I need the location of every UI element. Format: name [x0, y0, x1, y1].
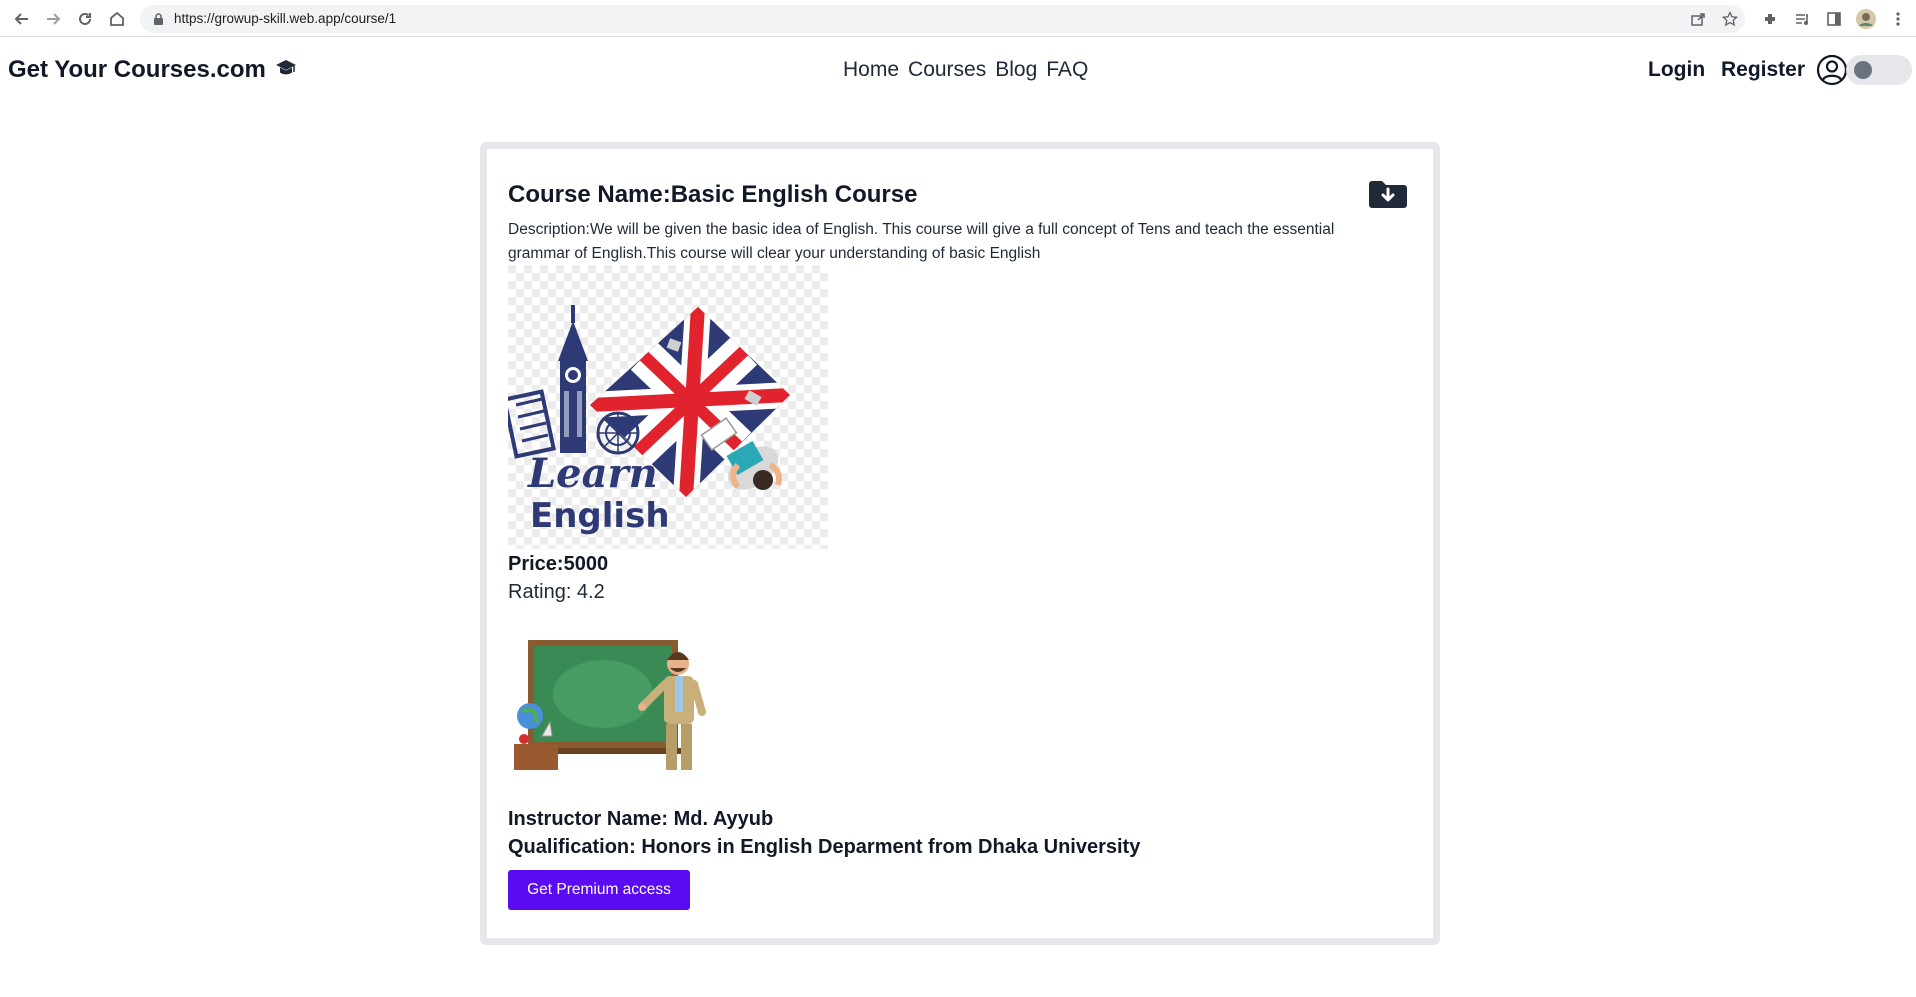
site-brand[interactable]: Get Your Courses.com [8, 56, 266, 84]
instructor-qualification: Qualification: Honors in English Deparme… [508, 836, 1141, 858]
course-description: Description:We will be given the basic i… [508, 221, 1335, 262]
profile-avatar-icon[interactable] [1854, 7, 1878, 31]
reload-icon[interactable] [73, 7, 97, 31]
get-premium-access-button[interactable]: Get Premium access [508, 870, 690, 910]
theme-toggle[interactable] [1846, 55, 1912, 85]
user-profile-icon[interactable] [1816, 54, 1848, 91]
nav-home[interactable]: Home [843, 58, 899, 82]
extensions-icon[interactable] [1758, 7, 1782, 31]
course-price: Price:5000 [508, 553, 609, 575]
nav-blog[interactable]: Blog [995, 58, 1037, 82]
main-nav: Home Courses Blog FAQ [843, 58, 1088, 82]
course-image-english-text: English [530, 496, 670, 536]
nav-courses[interactable]: Courses [908, 58, 986, 82]
register-link[interactable]: Register [1721, 58, 1805, 82]
home-icon[interactable] [105, 7, 129, 31]
forward-icon[interactable] [41, 7, 65, 31]
lock-icon [154, 13, 163, 25]
login-link[interactable]: Login [1648, 58, 1705, 82]
kebab-menu-icon[interactable] [1886, 7, 1910, 31]
course-image: Learn English [502, 265, 828, 549]
url-text: https://growup-skill.web.app/course/1 [174, 11, 397, 26]
course-title: Course Name:Basic English Course [508, 181, 918, 208]
star-icon[interactable] [1718, 7, 1742, 31]
toggle-knob [1854, 61, 1872, 79]
instructor-image [510, 636, 710, 772]
media-icon[interactable] [1790, 7, 1814, 31]
course-rating: Rating: 4.2 [508, 581, 605, 603]
share-icon[interactable] [1686, 7, 1710, 31]
address-bar[interactable]: https://growup-skill.web.app/course/1 [140, 5, 1745, 33]
side-panel-icon[interactable] [1822, 7, 1846, 31]
course-image-learn-text: Learn [527, 450, 658, 497]
nav-faq[interactable]: FAQ [1046, 58, 1088, 82]
browser-toolbar: https://growup-skill.web.app/course/1 [0, 0, 1916, 37]
back-icon[interactable] [10, 7, 34, 31]
instructor-name: Instructor Name: Md. Ayyub [508, 808, 774, 830]
download-folder-icon[interactable] [1368, 179, 1408, 209]
graduation-cap-icon [275, 59, 297, 84]
